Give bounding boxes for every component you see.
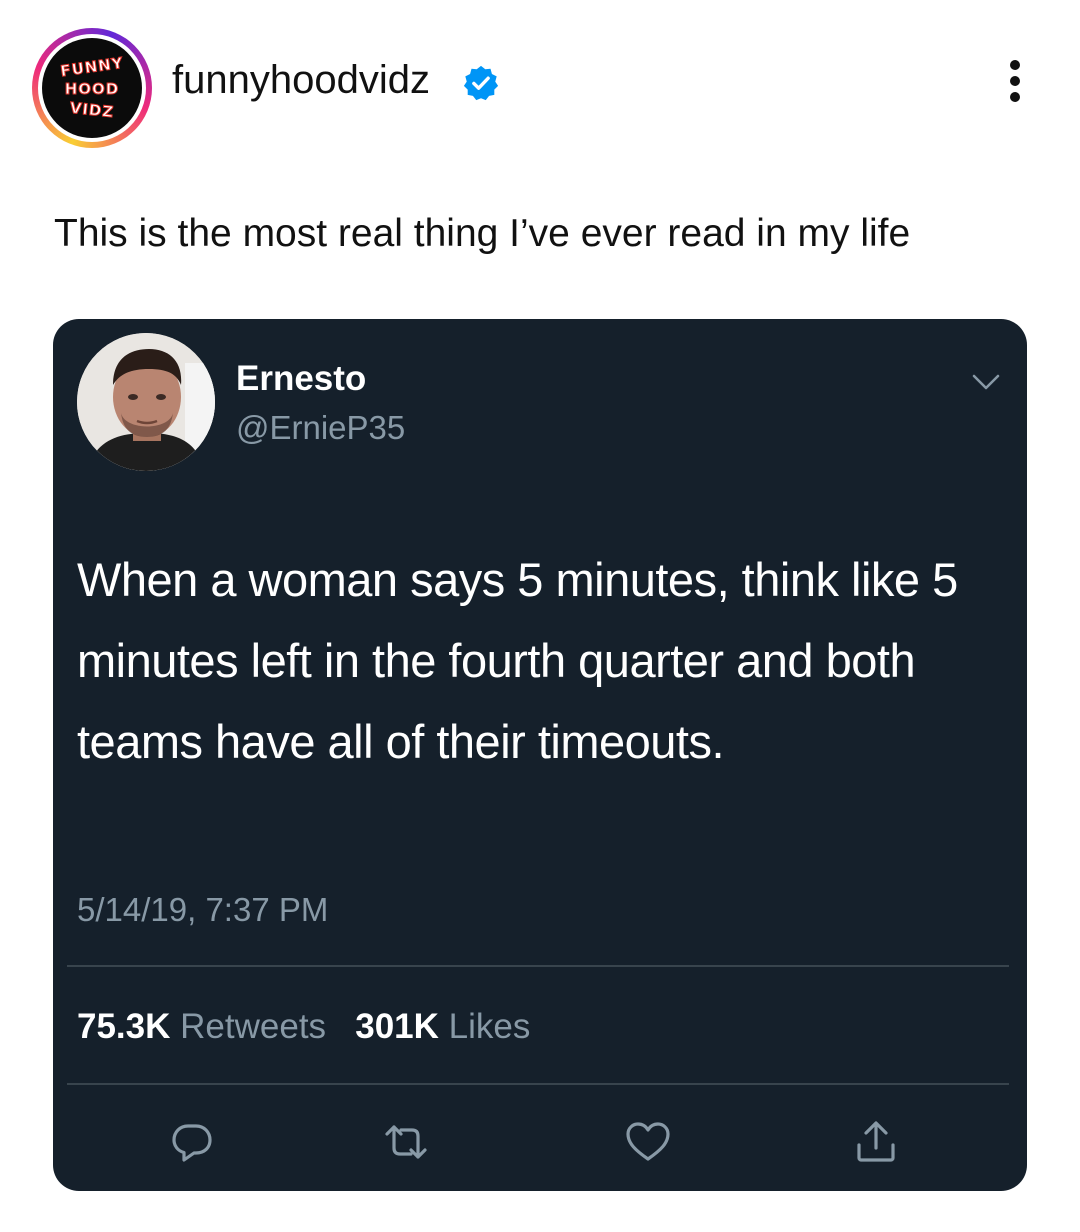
verified-badge-icon — [463, 65, 499, 101]
more-vertical-icon[interactable] — [1004, 60, 1026, 110]
avatar-text-line-3: VIDZ — [68, 98, 116, 122]
share-icon[interactable] — [851, 1117, 901, 1167]
reply-icon[interactable] — [167, 1117, 217, 1167]
retweet-icon[interactable] — [381, 1117, 431, 1167]
divider — [67, 965, 1009, 967]
username[interactable]: funnyhoodvidz — [172, 58, 430, 103]
retweets-count[interactable]: 75.3K — [77, 1007, 170, 1046]
tweet-timestamp[interactable]: 5/14/19, 7:37 PM — [77, 891, 328, 929]
tweet-avatar — [77, 333, 215, 471]
tweet-author-name[interactable]: Ernesto — [236, 359, 366, 399]
profile-avatar[interactable]: FUNNY HOOD VIDZ — [32, 28, 152, 148]
divider — [67, 1083, 1009, 1085]
tweet-stats: 75.3K Retweets 301K Likes — [77, 1007, 530, 1047]
avatar-text-line-1: FUNNY — [59, 53, 125, 81]
likes-label[interactable]: Likes — [449, 1007, 531, 1046]
tweet-card: Ernesto @ErnieP35 When a woman says 5 mi… — [53, 319, 1027, 1191]
tweet-text: When a woman says 5 minutes, think like … — [77, 553, 958, 768]
avatar-text-line-2: HOOD — [64, 80, 120, 99]
like-icon[interactable] — [623, 1117, 673, 1167]
tweet-author-handle[interactable]: @ErnieP35 — [236, 409, 405, 447]
profile-logo: FUNNY HOOD VIDZ — [42, 38, 142, 138]
likes-count[interactable]: 301K — [355, 1007, 439, 1046]
chevron-down-icon[interactable] — [971, 371, 1001, 393]
person-photo-icon — [77, 333, 215, 471]
retweets-label[interactable]: Retweets — [180, 1007, 326, 1046]
post-caption: This is the most real thing I’ve ever re… — [54, 212, 911, 255]
